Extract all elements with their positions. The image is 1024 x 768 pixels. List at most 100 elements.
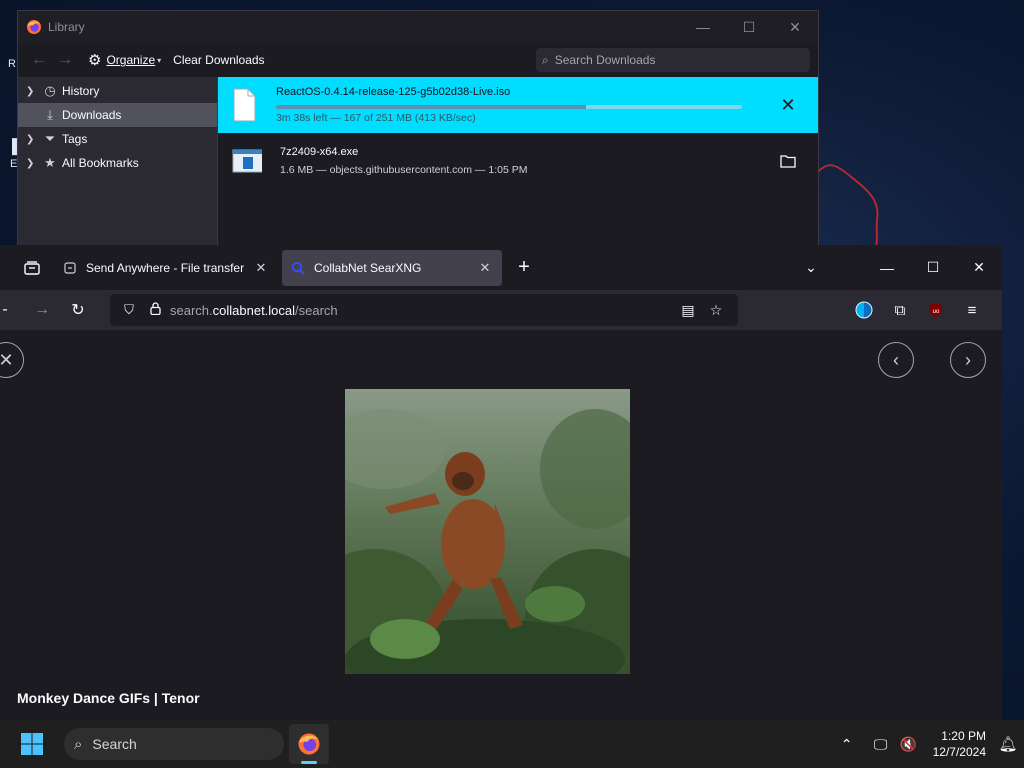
back-arrow-icon[interactable]: ← xyxy=(26,51,52,69)
folder-icon xyxy=(780,155,796,168)
lock-icon[interactable] xyxy=(144,302,166,318)
close-preview-button[interactable]: ✕ xyxy=(0,342,24,378)
menu-icon[interactable]: ≡ xyxy=(954,294,990,326)
close-tab-icon[interactable]: ✕ xyxy=(252,260,270,276)
taskbar: ⌕ Search ⌃ 🖵 🔇 1:20 PM 12/7/2024 🔔︎ xyxy=(0,720,1024,768)
url-host: collabnet.local xyxy=(212,302,296,318)
library-window: Library — ☐ ✕ ← → ⚙ Organize ▾ Clear Dow… xyxy=(17,10,819,250)
new-tab-button[interactable]: + xyxy=(506,256,542,279)
minimize-button[interactable]: — xyxy=(864,245,910,290)
close-icon: ✕ xyxy=(0,349,14,370)
chevron-right-icon: › xyxy=(965,349,971,370)
shield-icon[interactable]: ⛉ xyxy=(118,302,140,318)
sidebar-item-label: Tags xyxy=(62,132,88,146)
download-status: 1.6 MB — objects.githubusercontent.com —… xyxy=(280,164,528,176)
windows-icon xyxy=(21,733,43,755)
organize-label: Organize xyxy=(106,53,156,67)
forward-button[interactable]: → xyxy=(24,294,60,326)
speaker-muted-icon[interactable]: 🔇 xyxy=(895,736,923,753)
library-title: Library xyxy=(48,20,85,34)
tab-overview-icon xyxy=(24,260,40,275)
taskbar-search-label: Search xyxy=(92,736,137,752)
reader-view-icon[interactable]: ▤ xyxy=(674,302,702,319)
tab-collabnet-searxng[interactable]: CollabNet SearXNG ✕ xyxy=(282,249,502,286)
url-subdomain: search. xyxy=(170,302,213,318)
notification-bell-icon[interactable]: 🔔︎ xyxy=(992,735,1024,753)
clock-icon: ◷ xyxy=(44,83,56,98)
chevron-down-icon: ▾ xyxy=(157,55,162,65)
browser-window: Send Anywhere - File transfer ✕ CollabNe… xyxy=(0,245,1002,720)
chevron-right-icon[interactable]: ❯ xyxy=(26,158,40,169)
download-status: 3m 38s left — 167 of 251 MB (413 KB/sec) xyxy=(276,112,476,124)
list-all-tabs-button[interactable]: ⌄ xyxy=(788,245,834,290)
cancel-icon: ✕ xyxy=(780,94,796,115)
firefox-icon xyxy=(27,20,41,34)
chevron-right-icon[interactable]: ❯ xyxy=(26,134,40,145)
account-icon[interactable] xyxy=(846,294,882,326)
close-tab-icon[interactable]: ✕ xyxy=(476,260,494,276)
system-tray: ⌃ 🖵 🔇 1:20 PM 12/7/2024 🔔︎ xyxy=(833,728,1024,760)
chevron-left-icon: ‹ xyxy=(893,349,899,370)
clock[interactable]: 1:20 PM 12/7/2024 xyxy=(933,728,986,760)
sidebar-item-label: History xyxy=(62,84,100,98)
bookmark-star-icon[interactable]: ☆ xyxy=(702,302,730,319)
sidebar-item-history[interactable]: ❯ ◷ History xyxy=(18,79,217,103)
start-button[interactable] xyxy=(8,720,56,768)
maximize-button[interactable]: ☐ xyxy=(910,245,956,290)
taskbar-search-box[interactable]: ⌕ Search xyxy=(64,728,284,760)
minimize-button[interactable]: — xyxy=(680,11,726,43)
download-icon: ⤓ xyxy=(47,107,53,122)
forward-arrow-icon[interactable]: → xyxy=(52,51,78,69)
url-bar[interactable]: ⛉ search. collabnet.local/search ▤ ☆ xyxy=(110,294,738,326)
search-icon: ⌕ xyxy=(542,52,549,67)
maximize-button[interactable]: ☐ xyxy=(726,11,772,43)
sidebar-item-downloads[interactable]: ⤓ Downloads xyxy=(18,103,217,127)
tab-overview-button[interactable] xyxy=(10,245,54,290)
network-icon[interactable]: 🖵 xyxy=(867,736,895,753)
close-button[interactable]: ✕ xyxy=(772,11,818,43)
download-item-active[interactable]: ReactOS-0.4.14-release-125-g5b02d38-Live… xyxy=(218,77,818,133)
search-downloads-input[interactable]: ⌕ Search Downloads xyxy=(536,48,810,72)
organize-button[interactable]: ⚙ Organize ▾ xyxy=(88,51,161,69)
download-progress-bar xyxy=(276,105,742,109)
clear-downloads-label: Clear Downloads xyxy=(173,53,265,67)
back-button[interactable]: - xyxy=(0,294,10,326)
tab-send-anywhere[interactable]: Send Anywhere - File transfer ✕ xyxy=(54,250,278,286)
download-filename: 7z2409-x64.exe xyxy=(280,146,359,158)
extensions-icon[interactable]: ⧉ xyxy=(882,294,918,326)
image-preview[interactable] xyxy=(345,389,630,674)
send-anywhere-favicon xyxy=(62,260,78,276)
image-caption[interactable]: Monkey Dance GIFs | Tenor xyxy=(17,690,200,706)
tab-bar: Send Anywhere - File transfer ✕ CollabNe… xyxy=(0,245,1002,290)
tab-label: CollabNet SearXNG xyxy=(314,260,422,275)
cancel-download-button[interactable]: ✕ xyxy=(768,85,808,125)
reload-button[interactable]: ↻ xyxy=(60,294,96,326)
clear-downloads-button[interactable]: Clear Downloads xyxy=(173,53,264,67)
firefox-icon xyxy=(298,733,320,755)
sidebar-item-tags[interactable]: ❯ ⏷ Tags xyxy=(18,127,217,151)
chevron-up-icon[interactable]: ⌃ xyxy=(833,736,861,753)
download-filename: ReactOS-0.4.14-release-125-g5b02d38-Live… xyxy=(276,86,511,98)
previous-image-button[interactable]: ‹ xyxy=(878,342,914,378)
sidebar-item-all-bookmarks[interactable]: ❯ ★ All Bookmarks xyxy=(18,151,217,175)
search-downloads-placeholder: Search Downloads xyxy=(554,53,656,67)
gear-icon: ⚙ xyxy=(88,52,102,69)
url-path: /search xyxy=(295,302,338,318)
download-progress-fill xyxy=(276,105,586,109)
chevron-right-icon[interactable]: ❯ xyxy=(26,86,40,97)
show-in-folder-button[interactable] xyxy=(768,141,808,181)
ublock-icon[interactable]: uo xyxy=(918,294,954,326)
exe-file-icon xyxy=(232,149,262,173)
download-item-completed[interactable]: 7z2409-x64.exe 1.6 MB — objects.githubus… xyxy=(218,133,818,189)
next-image-button[interactable]: › xyxy=(950,342,986,378)
downloads-list: ReactOS-0.4.14-release-125-g5b02d38-Live… xyxy=(218,77,818,249)
taskbar-firefox-button[interactable] xyxy=(289,724,329,764)
tag-icon: ⏷ xyxy=(44,131,56,146)
close-button[interactable]: ✕ xyxy=(956,245,1002,290)
search-icon: ⌕ xyxy=(74,735,83,753)
library-titlebar[interactable]: Library — ☐ ✕ xyxy=(18,11,818,43)
orangutan-image xyxy=(345,389,630,674)
library-sidebar: ❯ ◷ History ⤓ Downloads ❯ ⏷ Tags ❯ ★ All… xyxy=(18,77,218,249)
sidebar-item-label: Downloads xyxy=(62,108,122,122)
sidebar-item-label: All Bookmarks xyxy=(62,156,139,170)
